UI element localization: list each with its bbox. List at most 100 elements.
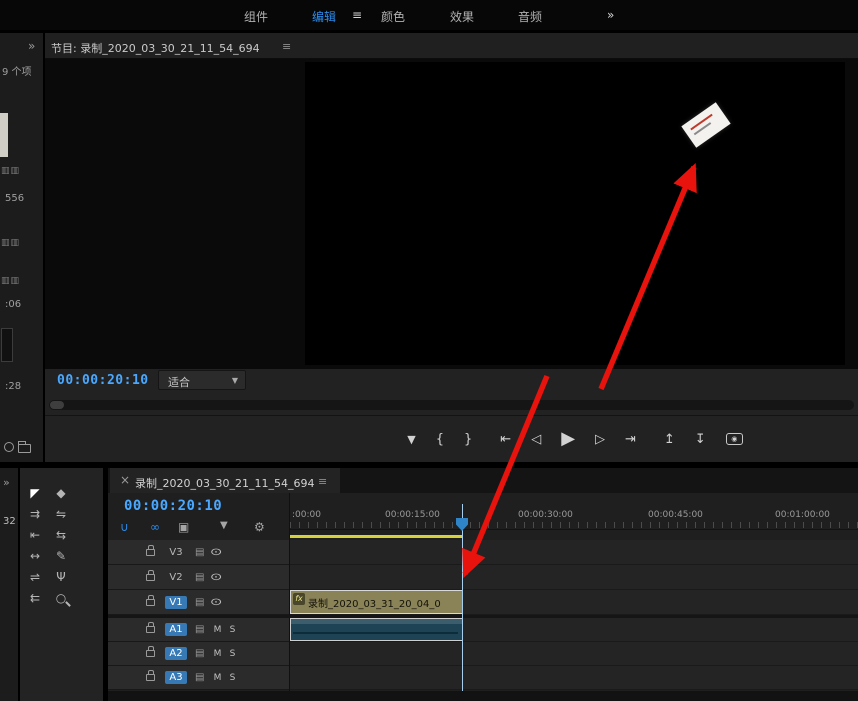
workspace-overflow-icon[interactable]: » bbox=[607, 8, 614, 22]
ruler-label: 00:00:15:00 bbox=[385, 510, 440, 520]
lock-icon[interactable] bbox=[146, 650, 155, 657]
go-to-out-button[interactable]: ⇥ bbox=[625, 433, 636, 446]
linked-selection-icon[interactable]: ∞ bbox=[150, 520, 160, 534]
pen-tool[interactable]: ✎ bbox=[50, 547, 72, 565]
solo-button[interactable]: S bbox=[227, 625, 237, 635]
timeline-ruler[interactable]: :00:00 00:00:15:00 00:00:30:00 00:00:45:… bbox=[290, 498, 858, 530]
source-patch-icon[interactable]: ▤ bbox=[195, 672, 204, 683]
lock-icon[interactable] bbox=[146, 626, 155, 633]
workspace-tab-color[interactable]: 颜色 bbox=[381, 8, 405, 25]
track-v2-content[interactable] bbox=[290, 565, 858, 590]
solo-button[interactable]: S bbox=[227, 649, 237, 659]
rolling-edit-tool[interactable]: ⇆ bbox=[50, 526, 72, 544]
add-marker-button[interactable]: ▼ bbox=[407, 434, 415, 445]
solo-button[interactable]: S bbox=[227, 673, 237, 683]
play-button[interactable]: ▶ bbox=[561, 430, 575, 448]
track-select-backward-tool[interactable]: ⇇ bbox=[24, 589, 46, 607]
track-a2-content[interactable] bbox=[290, 642, 858, 666]
track-label-v2[interactable]: V2 bbox=[165, 571, 187, 584]
ruler-label: :00:00 bbox=[292, 510, 321, 520]
sequence-tab[interactable]: × 录制_2020_03_30_21_11_54_694 ≡ bbox=[110, 468, 340, 493]
source-patch-icon[interactable]: ▤ bbox=[195, 648, 204, 659]
panel-overflow-icon[interactable]: » bbox=[3, 476, 10, 489]
track-a3-content[interactable] bbox=[290, 666, 858, 690]
premiere-app-window: 组件 编辑 ≡ 颜色 效果 音频 » 9 个项 ▥▥ 556 ▥▥ ▥▥ :06… bbox=[0, 0, 858, 701]
track-v3-content[interactable] bbox=[290, 540, 858, 565]
workspace-tab-editing[interactable]: 编辑 bbox=[312, 8, 336, 25]
preview-card-image bbox=[681, 102, 730, 147]
program-scrollbar[interactable] bbox=[49, 400, 854, 410]
track-header-v1: V1 ▤ ⊙ bbox=[108, 590, 289, 615]
export-frame-button[interactable]: ◉ bbox=[726, 433, 743, 445]
go-to-in-button[interactable]: ⇤ bbox=[500, 433, 511, 446]
step-back-button[interactable]: ◁ bbox=[531, 433, 541, 446]
clip-thumbnail-fragment bbox=[0, 113, 8, 157]
mark-out-button[interactable]: } bbox=[464, 433, 472, 446]
razor-tool[interactable]: ◆ bbox=[50, 484, 72, 502]
track-label-v1[interactable]: V1 bbox=[165, 596, 187, 609]
project-items-count: 9 个项 bbox=[2, 63, 32, 78]
chevron-down-icon: ▼ bbox=[232, 376, 238, 385]
slip-tool[interactable]: ⇋ bbox=[50, 505, 72, 523]
scrollbar-thumb[interactable] bbox=[50, 401, 64, 409]
lock-icon[interactable] bbox=[146, 574, 155, 581]
tools-panel: ◤ ◆ ⇉ ⇋ ⇤ ⇆ ↔ ✎ ⇌ Ψ ⇇ ○ bbox=[20, 468, 103, 701]
clip-thumbnail-fragment bbox=[1, 328, 13, 362]
lock-icon[interactable] bbox=[146, 549, 155, 556]
mark-in-button[interactable]: { bbox=[436, 433, 444, 446]
program-monitor-preview bbox=[305, 62, 845, 365]
track-label-a1[interactable]: A1 bbox=[165, 623, 187, 636]
list-view-icon: ▥▥ bbox=[1, 276, 20, 286]
track-label-v3[interactable]: V3 bbox=[165, 546, 187, 559]
ruler-label: 00:00:45:00 bbox=[648, 510, 703, 520]
track-output-eye-icon[interactable]: ⊙ bbox=[210, 547, 223, 558]
track-select-forward-tool[interactable]: ⇉ bbox=[24, 505, 46, 523]
selection-tool[interactable]: ◤ bbox=[24, 484, 46, 502]
source-patch-icon[interactable]: ▤ bbox=[195, 572, 204, 583]
extract-button[interactable]: ↧ bbox=[695, 433, 706, 446]
nest-toggle-icon[interactable]: ▣ bbox=[178, 520, 189, 534]
mute-button[interactable]: M bbox=[212, 649, 222, 659]
track-output-eye-icon[interactable]: ⊙ bbox=[210, 597, 223, 608]
step-forward-button[interactable]: ▷ bbox=[595, 433, 605, 446]
clip-label-fragment: 556 bbox=[5, 193, 24, 204]
zoom-out-icon[interactable] bbox=[4, 442, 14, 452]
mute-button[interactable]: M bbox=[212, 625, 222, 635]
new-bin-icon[interactable] bbox=[18, 444, 31, 453]
track-header-a2: A2 ▤ M S bbox=[108, 642, 289, 666]
timeline-settings-icon[interactable]: ⚙ bbox=[254, 520, 265, 534]
track-output-eye-icon[interactable]: ⊙ bbox=[210, 572, 223, 583]
program-panel-tab-title[interactable]: 节目: 录制_2020_03_30_21_11_54_694 bbox=[51, 40, 260, 56]
track-label-a2[interactable]: A2 bbox=[165, 647, 187, 660]
add-marker-icon[interactable]: ▼ bbox=[220, 520, 228, 531]
snap-icon[interactable]: ∪ bbox=[120, 520, 129, 534]
workspace-tab-assembly[interactable]: 组件 bbox=[244, 8, 268, 25]
video-clip[interactable]: fx 录制_2020_03_31_20_04_0 bbox=[290, 590, 463, 614]
lock-icon[interactable] bbox=[146, 599, 155, 606]
panel-menu-icon[interactable]: ≡ bbox=[318, 475, 327, 488]
program-timecode[interactable]: 00:00:20:10 bbox=[57, 373, 149, 388]
lift-button[interactable]: ↥ bbox=[664, 433, 675, 446]
workspace-menu-icon[interactable]: ≡ bbox=[352, 8, 362, 22]
close-icon[interactable]: × bbox=[120, 473, 130, 487]
zoom-fit-dropdown[interactable]: 适合 ▼ bbox=[158, 370, 246, 390]
track-label-a3[interactable]: A3 bbox=[165, 671, 187, 684]
workspace-tab-effects[interactable]: 效果 bbox=[450, 8, 474, 25]
workspace-tab-audio[interactable]: 音频 bbox=[518, 8, 542, 25]
project-panel-strip: 9 个项 ▥▥ 556 ▥▥ ▥▥ :06 :28 bbox=[0, 33, 44, 462]
clip-duration-fragment: :06 bbox=[5, 299, 21, 310]
audio-clip[interactable] bbox=[290, 618, 463, 641]
panel-menu-icon[interactable]: ≡ bbox=[282, 40, 291, 53]
mute-button[interactable]: M bbox=[212, 673, 222, 683]
lock-icon[interactable] bbox=[146, 674, 155, 681]
source-patch-icon[interactable]: ▤ bbox=[195, 624, 204, 635]
hand-tool[interactable]: Ψ bbox=[50, 568, 72, 586]
zoom-tool[interactable]: ○ bbox=[50, 589, 72, 607]
timeline-timecode[interactable]: 00:00:20:10 bbox=[124, 498, 222, 514]
slide-tool[interactable]: ⇌ bbox=[24, 568, 46, 586]
ripple-edit-tool[interactable]: ⇤ bbox=[24, 526, 46, 544]
panel-group-overflow-icon[interactable]: » bbox=[28, 39, 35, 53]
source-patch-icon[interactable]: ▤ bbox=[195, 597, 204, 608]
rate-stretch-tool[interactable]: ↔ bbox=[24, 547, 46, 565]
source-patch-icon[interactable]: ▤ bbox=[195, 547, 204, 558]
